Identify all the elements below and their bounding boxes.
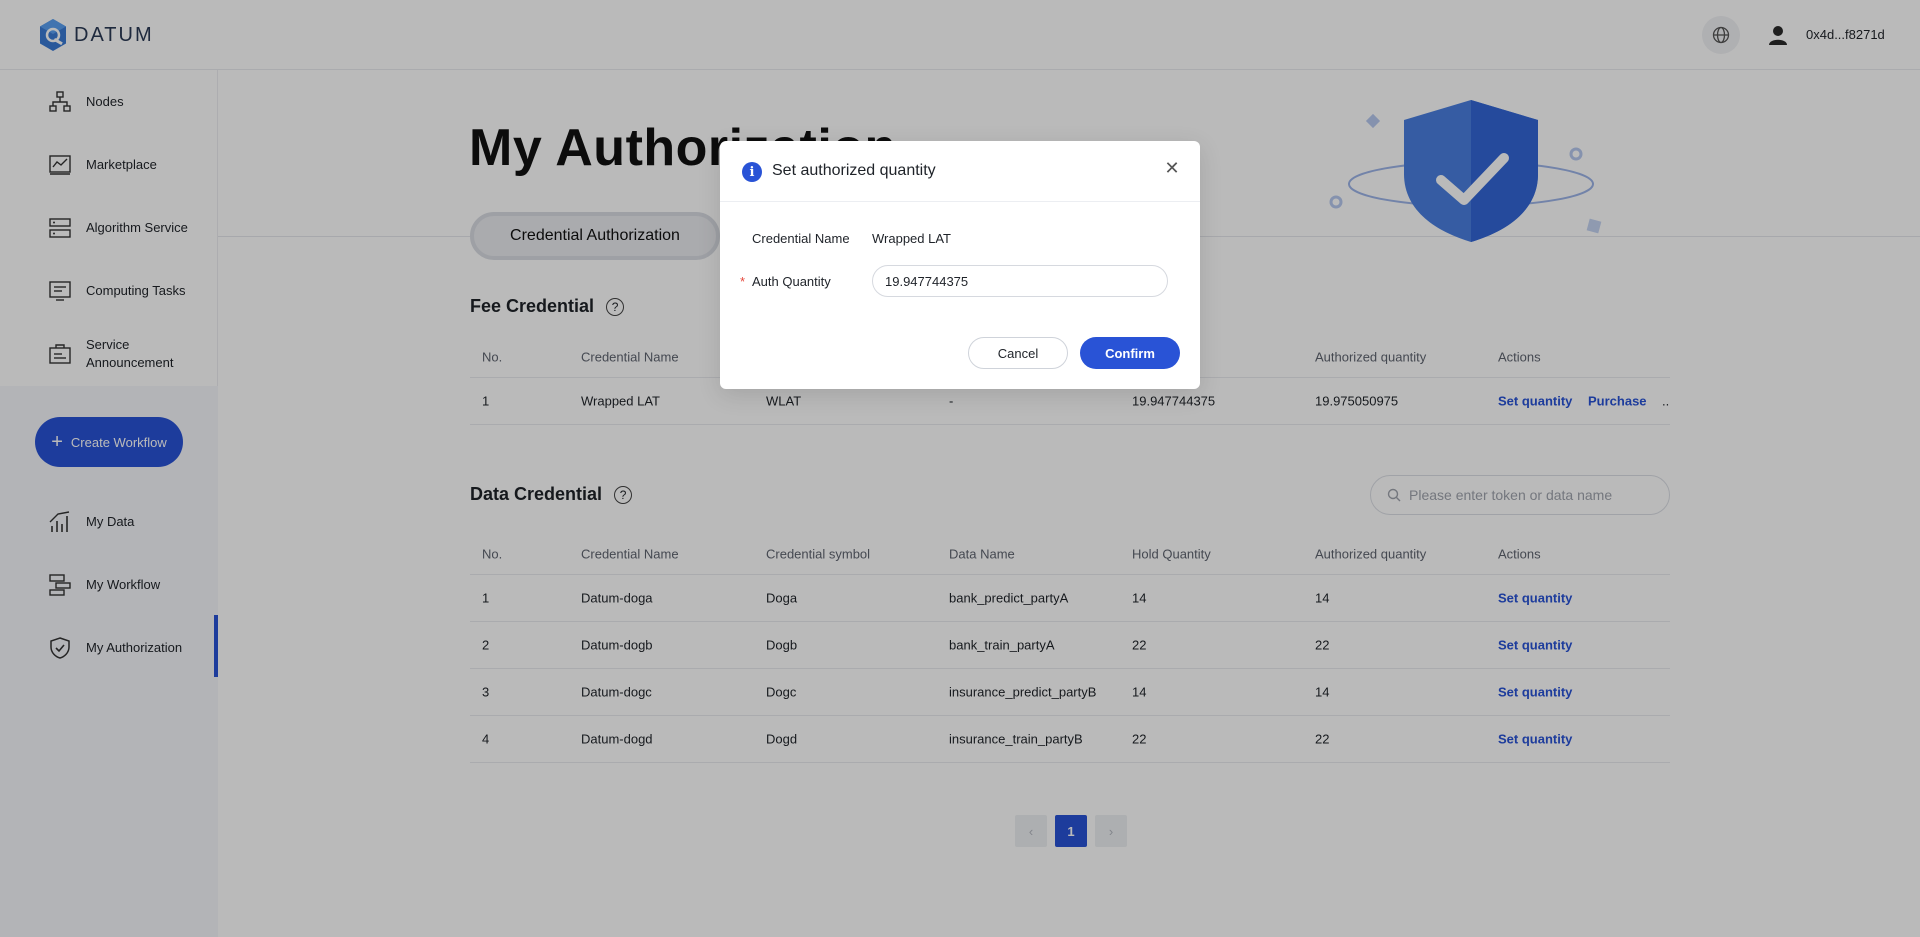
confirm-button[interactable]: Confirm [1080,337,1180,369]
dialog-header: i Set authorized quantity ✕ [720,141,1200,202]
credential-name-value: Wrapped LAT [872,231,952,246]
close-icon[interactable]: ✕ [1162,158,1182,178]
set-quantity-dialog: i Set authorized quantity ✕ Credential N… [720,141,1200,389]
info-icon: i [742,162,762,182]
auth-quantity-input[interactable] [872,265,1168,297]
auth-quantity-label: Auth Quantity [752,274,831,289]
credential-name-label: Credential Name [752,231,850,246]
cancel-button[interactable]: Cancel [968,337,1068,369]
dialog-title: Set authorized quantity [772,162,936,179]
required-mark: * [740,274,746,289]
